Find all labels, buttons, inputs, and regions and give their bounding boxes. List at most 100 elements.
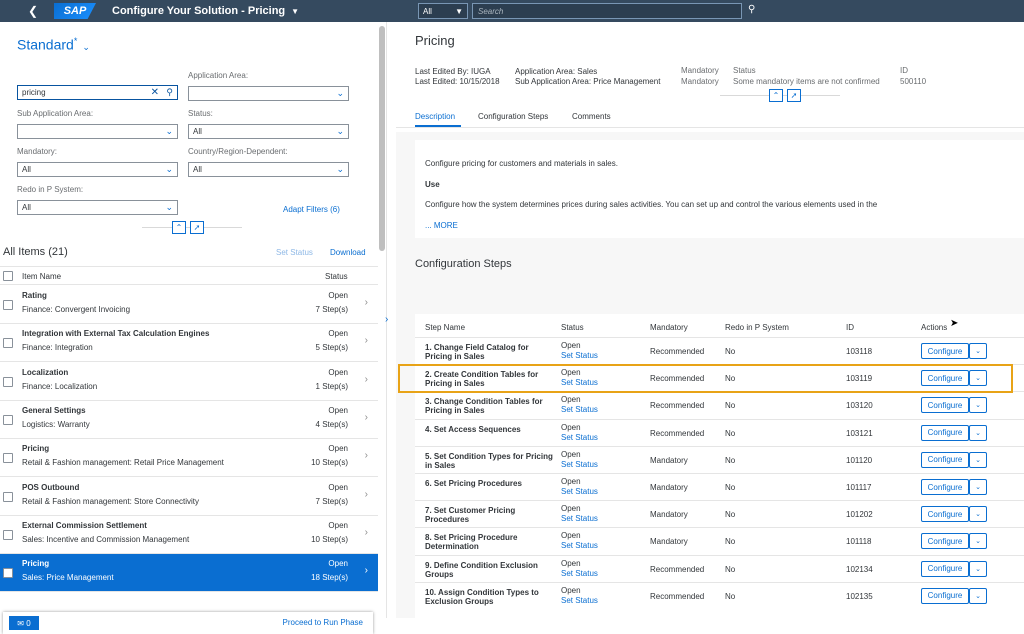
- messages-button[interactable]: ✉ 0: [9, 616, 39, 630]
- collapse-icon[interactable]: ⌃: [172, 221, 186, 234]
- row-checkbox[interactable]: [3, 529, 13, 540]
- country-select[interactable]: All ⌄: [188, 162, 349, 177]
- row-checkbox[interactable]: [3, 568, 13, 579]
- tab-description[interactable]: Description: [415, 112, 455, 121]
- adapt-filters-button[interactable]: Adapt Filters (6): [283, 205, 340, 214]
- list-header: Item Name Status: [0, 266, 378, 285]
- pin-icon[interactable]: ➚: [787, 89, 801, 102]
- select-all-checkbox[interactable]: [3, 271, 13, 281]
- set-status-link[interactable]: Set Status: [561, 514, 598, 523]
- step-name: 4. Set Access Sequences: [425, 424, 521, 434]
- list-item[interactable]: General Settings Logistics: Warranty Open 4…: [0, 400, 378, 439]
- step-status: Open: [561, 585, 581, 595]
- variant-selector[interactable]: Standard* ⌄: [17, 36, 90, 53]
- configure-menu-button[interactable]: ⌄: [969, 479, 987, 495]
- more-link[interactable]: ... MORE: [425, 221, 458, 230]
- row-checkbox[interactable]: [3, 338, 13, 349]
- configure-button[interactable]: Configure: [921, 560, 969, 577]
- list-item[interactable]: Pricing Retail & Fashion management: Reta…: [0, 439, 378, 478]
- highlight-box: [398, 364, 1013, 393]
- collapse-icon[interactable]: ⌃: [769, 89, 783, 102]
- tab-configuration-steps[interactable]: Configuration Steps: [478, 112, 548, 121]
- app-title[interactable]: Configure Your Solution - Pricing: [112, 5, 285, 17]
- list-scrollbar[interactable]: [379, 26, 385, 251]
- item-steps: 10 Step(s): [311, 458, 348, 468]
- configure-button[interactable]: Configure: [921, 397, 969, 414]
- mandatory-select[interactable]: All ⌄: [17, 162, 178, 177]
- search-scope-select[interactable]: All ▼: [418, 3, 468, 19]
- status-select[interactable]: All ⌄: [188, 124, 349, 139]
- application-area: Application Area: Sales: [515, 67, 598, 76]
- col-step-redo: Redo in P System: [725, 323, 789, 332]
- set-status-button[interactable]: Set Status: [276, 248, 313, 257]
- configure-button[interactable]: Configure: [921, 424, 969, 441]
- item-area: Finance: Integration: [22, 343, 93, 353]
- list-item[interactable]: POS Outbound Retail & Fashion management:…: [0, 477, 378, 516]
- set-status-link[interactable]: Set Status: [561, 541, 598, 550]
- pin-icon[interactable]: ➚: [190, 221, 204, 234]
- row-checkbox[interactable]: [3, 414, 13, 425]
- download-button[interactable]: Download: [330, 248, 366, 257]
- clear-icon[interactable]: ✕: [151, 87, 159, 98]
- search-icon[interactable]: ⚲: [166, 87, 173, 98]
- row-checkbox[interactable]: [3, 491, 13, 502]
- search-icon[interactable]: ⚲: [748, 4, 755, 15]
- step-name: 1. Change Field Catalog for Pricing in S…: [425, 343, 529, 361]
- set-status-link[interactable]: Set Status: [561, 460, 598, 469]
- tab-comments[interactable]: Comments: [572, 112, 611, 121]
- set-status-link[interactable]: Set Status: [561, 351, 598, 360]
- set-status-link[interactable]: Set Status: [561, 433, 598, 442]
- proceed-to-run-phase-button[interactable]: Proceed to Run Phase: [283, 618, 364, 627]
- set-status-link[interactable]: Set Status: [561, 596, 598, 605]
- item-status: Open: [328, 444, 348, 454]
- configure-menu-button[interactable]: ⌄: [969, 587, 987, 604]
- list-item[interactable]: Rating Finance: Convergent Invoicing Open 7…: [0, 286, 378, 324]
- item-steps: 18 Step(s): [311, 573, 348, 583]
- redo-select[interactable]: All ⌄: [17, 200, 178, 215]
- chevron-down-icon[interactable]: ▼: [291, 7, 299, 16]
- list-item[interactable]: Pricing Sales: Price Management Open 18 Ste…: [0, 554, 378, 593]
- id-header-value: 500110: [900, 77, 927, 86]
- shell-search-input[interactable]: Search: [472, 3, 742, 19]
- list-item[interactable]: Localization Finance: Localization Open 1 S…: [0, 362, 378, 401]
- col-step-status: Status: [561, 323, 584, 332]
- configure-button[interactable]: Configure: [921, 451, 969, 468]
- configure-button[interactable]: Configure: [921, 343, 969, 359]
- configure-menu-button[interactable]: ⌄: [969, 424, 987, 441]
- row-checkbox[interactable]: [3, 453, 13, 464]
- configure-menu-button[interactable]: ⌄: [969, 451, 987, 468]
- configure-menu-button[interactable]: ⌄: [969, 397, 987, 414]
- configure-menu-button[interactable]: ⌄: [969, 506, 987, 523]
- item-area: Finance: Localization: [22, 381, 98, 391]
- application-area-label: Application Area:: [188, 71, 249, 80]
- row-checkbox[interactable]: [3, 376, 13, 387]
- col-step-name: Step Name: [425, 323, 466, 332]
- step-mandatory: Recommended: [650, 401, 705, 411]
- configure-button[interactable]: Configure: [921, 587, 969, 604]
- configure-button[interactable]: Configure: [921, 506, 969, 523]
- configure-menu-button[interactable]: ⌄: [969, 343, 987, 359]
- configure-menu-button[interactable]: ⌄: [969, 560, 987, 577]
- mandatory-label-2: Mandatory: [681, 77, 719, 86]
- chevron-down-icon: ⌄: [975, 538, 981, 546]
- back-icon[interactable]: ❮: [28, 4, 48, 18]
- step-id: 101118: [846, 537, 872, 547]
- set-status-link[interactable]: Set Status: [561, 487, 598, 496]
- chevron-right-icon[interactable]: ›: [385, 314, 388, 325]
- set-status-link[interactable]: Set Status: [561, 569, 598, 578]
- list-item[interactable]: External Commission Settlement Sales: Inc…: [0, 515, 378, 554]
- configure-button[interactable]: Configure: [921, 533, 969, 550]
- sub-application-area-label: Sub Application Area:: [17, 109, 94, 118]
- configure-button[interactable]: Configure: [921, 479, 969, 495]
- set-status-link[interactable]: Set Status: [561, 405, 598, 414]
- application-area-select[interactable]: ⌄: [188, 86, 349, 101]
- item-name: External Commission Settlement: [22, 520, 147, 530]
- filter-search-input[interactable]: pricing ✕ ⚲: [17, 85, 178, 100]
- configure-menu-button[interactable]: ⌄: [969, 533, 987, 550]
- configuration-steps-table: Step Name Status Mandatory Redo in P Sys…: [415, 314, 1024, 618]
- variant-modified-marker: *: [73, 36, 78, 46]
- list-item[interactable]: Integration with External Tax Calculatio…: [0, 324, 378, 363]
- sub-application-area-select[interactable]: ⌄: [17, 124, 178, 139]
- chevron-right-icon: ›: [364, 450, 368, 462]
- row-checkbox[interactable]: [3, 300, 13, 310]
